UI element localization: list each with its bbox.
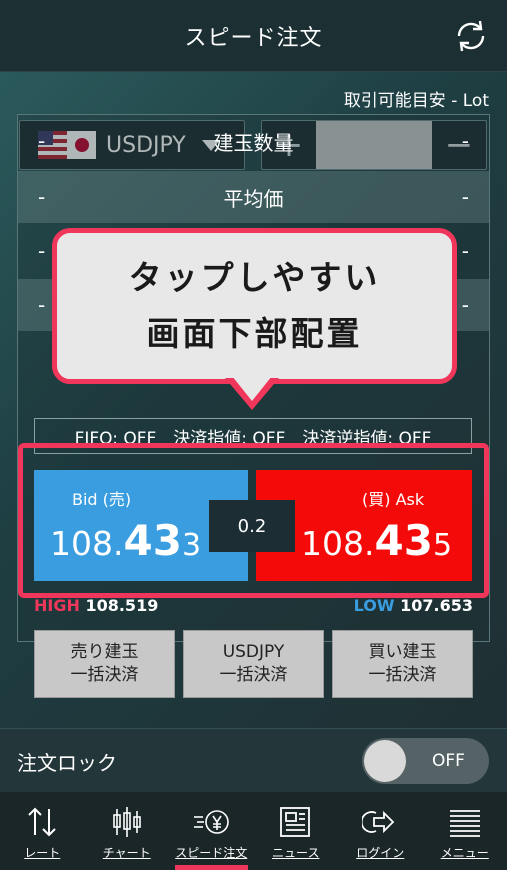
high-price: HIGH 108.519 [34,596,158,615]
high-key: HIGH [34,596,80,615]
tab-news[interactable]: ニュース [254,792,339,870]
row-right-value: - [461,185,469,209]
callout-pointer-fill [232,376,272,401]
tab-menu[interactable]: メニュー [423,792,507,870]
low-price: LOW 107.653 [354,596,473,615]
row-left-value: - [38,293,46,317]
news-icon [276,804,316,840]
tab-label: ログイン [356,846,405,860]
row-left-value: - [38,239,46,263]
tab-login[interactable]: ログイン [338,792,423,870]
button-line-1: USDJPY [222,642,285,662]
row-left-value: - [38,185,46,209]
close-all-sell-button[interactable]: 売り建玉 一括決済 [34,630,175,698]
row-right-value: - [461,293,469,317]
row-right-value: - [461,239,469,263]
toggle-state: OFF [432,751,465,771]
row-label: 建玉数量 [213,130,294,155]
row-right-value: - [461,129,469,153]
menu-icon [445,804,485,840]
button-line-2: 一括決済 [70,665,139,685]
low-key: LOW [353,596,395,615]
row-left-value: - [38,129,46,153]
refresh-button[interactable] [449,14,493,58]
position-row-average-price: - 平均価 - [18,171,489,223]
callout-line-1: タップしやすい [128,258,381,297]
spread-value: 0.2 [209,500,295,552]
tab-chart[interactable]: チャート [85,792,170,870]
candlestick-chart-icon [107,804,147,840]
rate-arrows-icon [22,804,62,840]
close-all-buy-button[interactable]: 買い建玉 一括決済 [332,630,473,698]
toggle-knob [364,740,406,782]
button-line-2: 一括決済 [368,665,437,685]
row-label: 平均価 [223,186,284,211]
tab-label: レート [24,846,61,860]
order-lock-row: 注文ロック OFF [0,728,507,792]
button-line-1: 買い建玉 [368,642,437,662]
tab-rate[interactable]: レート [0,792,85,870]
refresh-icon [457,20,485,52]
order-lock-label: 注文ロック [17,751,117,775]
button-line-1: 売り建玉 [70,642,139,662]
page-title: スピード注文 [184,25,323,51]
tab-label: ニュース [272,846,320,860]
header-bar: スピード注文 [0,0,507,72]
order-lock-toggle[interactable]: OFF [362,738,489,784]
tab-label: メニュー [440,846,489,860]
callout-line-2: 画面下部配置 [146,314,363,353]
callout-bubble: タップしやすい 画面下部配置 [52,228,457,384]
close-all-pair-button[interactable]: USDJPY 一括決済 [183,630,324,698]
tab-speed-order[interactable]: スピード注文 [169,792,254,870]
button-line-2: 一括決済 [219,665,288,685]
bottom-tab-bar: レート チャート スピード注文 ニュース ログイン メニュー [0,792,507,870]
high-value: 108.519 [85,596,159,615]
low-value: 107.653 [400,596,473,615]
tab-label: スピード注文 [175,846,248,860]
position-row-quantity: - 建玉数量 - [18,115,489,167]
login-icon [360,804,400,840]
tradable-lot-hint: 取引可能目安 - Lot [343,91,489,111]
speed-order-yen-icon [191,804,231,840]
tab-label: チャート [102,846,151,860]
